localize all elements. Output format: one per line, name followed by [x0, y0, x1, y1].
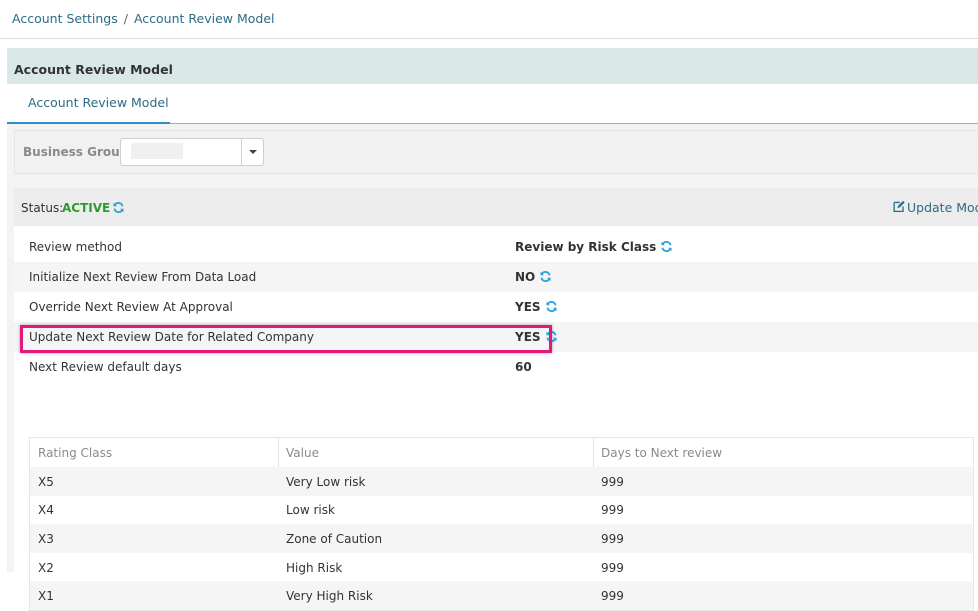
- update-mode-label: Update Mode: [907, 200, 978, 215]
- days-cell: 999: [601, 589, 624, 603]
- value-cell: Very High Risk: [286, 589, 373, 603]
- chevron-down-icon[interactable]: [241, 139, 263, 165]
- status-bar: Status: ACTIVE Update Mode: [14, 188, 978, 226]
- rating-class-table: Rating Class Value Days to Next review X…: [29, 437, 974, 611]
- setting-value: YES: [515, 300, 558, 314]
- business-group-filter: Business Group:: [14, 130, 978, 174]
- highlight-box: [20, 325, 552, 353]
- status-label: Status:: [21, 201, 64, 215]
- tab-label: Account Review Model: [28, 95, 169, 110]
- account-review-panel: Account Review Model Account Review Mode…: [7, 48, 978, 611]
- breadcrumb-current[interactable]: Account Review Model: [134, 11, 275, 26]
- table-row: X4 Low risk 999: [30, 495, 973, 524]
- setting-row-initialize-next-review: Initialize Next Review From Data Load NO: [14, 262, 978, 292]
- value-cell: Zone of Caution: [286, 532, 383, 546]
- days-cell: 999: [601, 503, 624, 517]
- column-header-days: Days to Next review: [601, 446, 723, 460]
- value-cell: Very Low risk: [286, 475, 366, 489]
- refresh-icon[interactable]: [112, 200, 125, 214]
- rating-class-cell: X3: [38, 532, 54, 546]
- refresh-icon[interactable]: [539, 270, 552, 283]
- refresh-icon[interactable]: [545, 300, 558, 313]
- breadcrumb-separator: /: [123, 11, 128, 26]
- top-divider: [0, 38, 978, 39]
- setting-row-review-method: Review method Review by Risk Class: [14, 232, 978, 262]
- business-group-value: [131, 143, 183, 159]
- setting-label: Override Next Review At Approval: [29, 300, 233, 314]
- tab-bar: Account Review Model: [7, 84, 978, 124]
- setting-value: Review by Risk Class: [515, 240, 673, 254]
- table-row: X5 Very Low risk 999: [30, 467, 973, 496]
- edit-icon: [893, 200, 905, 213]
- business-group-label: Business Group:: [23, 145, 134, 159]
- column-header-rating-class: Rating Class: [38, 446, 113, 460]
- table-row: X1 Very High Risk 999: [30, 581, 973, 610]
- setting-value: NO: [515, 270, 552, 284]
- breadcrumb: Account Settings / Account Review Model: [12, 11, 274, 26]
- rating-class-cell: X1: [38, 589, 54, 603]
- days-cell: 999: [601, 532, 624, 546]
- tab-account-review-model[interactable]: Account Review Model: [7, 84, 170, 124]
- status-value: ACTIVE: [62, 201, 111, 215]
- value-cell: High Risk: [286, 561, 343, 575]
- business-group-select[interactable]: [120, 138, 264, 166]
- column-divider: [593, 438, 594, 467]
- setting-label: Review method: [29, 240, 122, 254]
- breadcrumb-account-settings[interactable]: Account Settings: [12, 11, 118, 26]
- days-cell: 999: [601, 561, 624, 575]
- table-row: X2 High Risk 999: [30, 553, 973, 582]
- column-divider: [278, 438, 279, 467]
- refresh-icon[interactable]: [660, 240, 673, 253]
- update-mode-link[interactable]: Update Mode: [892, 200, 978, 215]
- table-header-row: Rating Class Value Days to Next review: [30, 438, 973, 467]
- setting-label: Initialize Next Review From Data Load: [29, 270, 257, 284]
- setting-label: Next Review default days: [29, 360, 182, 374]
- table-row: X3 Zone of Caution 999: [30, 524, 973, 553]
- setting-value: 60: [515, 360, 532, 374]
- panel-header: Account Review Model: [7, 48, 978, 84]
- rating-class-cell: X2: [38, 561, 54, 575]
- setting-row-override-next-review: Override Next Review At Approval YES: [14, 292, 978, 322]
- days-cell: 999: [601, 475, 624, 489]
- rating-class-cell: X5: [38, 475, 54, 489]
- initialize-value: NO: [515, 270, 536, 284]
- panel-title: Account Review Model: [14, 62, 173, 77]
- review-settings: Review method Review by Risk Class Initi…: [14, 226, 978, 611]
- column-header-value: Value: [286, 446, 319, 460]
- override-value: YES: [515, 300, 541, 314]
- value-cell: Low risk: [286, 503, 335, 517]
- review-method-value: Review by Risk Class: [515, 240, 657, 254]
- rating-class-cell: X4: [38, 503, 54, 517]
- setting-row-default-days: Next Review default days 60: [14, 352, 978, 382]
